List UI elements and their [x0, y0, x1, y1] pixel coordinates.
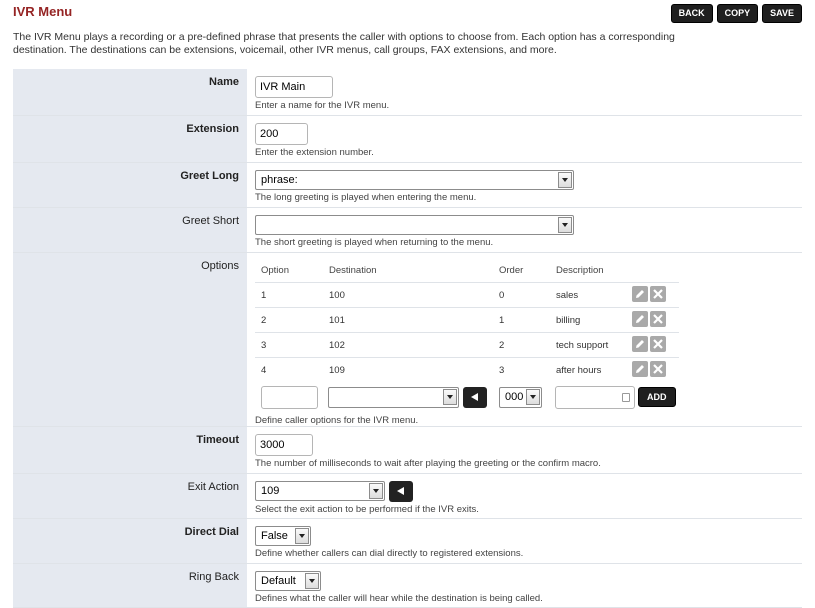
- ring-back-hint: Defines what the caller will hear while …: [255, 593, 543, 604]
- table-row: 4 109 3 after hours: [255, 357, 679, 382]
- description-cell: tech support: [550, 332, 632, 358]
- row-extension: Extension Enter the extension number.: [13, 116, 802, 163]
- description-cell: sales: [550, 282, 632, 308]
- ring-back-label: Ring Back: [13, 564, 247, 607]
- option-cell: 2: [255, 307, 323, 333]
- x-icon[interactable]: [650, 286, 666, 302]
- pencil-icon[interactable]: [632, 286, 648, 302]
- save-button[interactable]: SAVE: [762, 4, 802, 23]
- row-name: Name Enter a name for the IVR menu.: [13, 69, 802, 116]
- chevron-down-icon: [443, 389, 457, 405]
- extension-hint: Enter the extension number.: [255, 147, 374, 158]
- greet-long-select[interactable]: phrase:: [255, 170, 574, 190]
- table-row: 1 100 0 sales: [255, 282, 679, 308]
- description-cell: after hours: [550, 357, 632, 382]
- x-icon[interactable]: [650, 361, 666, 377]
- option-cell: 4: [255, 357, 323, 382]
- options-hint: Define caller options for the IVR menu.: [255, 415, 419, 426]
- top-buttons: BACK COPY SAVE: [670, 4, 802, 23]
- back-arrow-icon[interactable]: [463, 387, 487, 408]
- x-icon[interactable]: [650, 311, 666, 327]
- chevron-down-icon: [558, 217, 572, 233]
- row-greet-short: Greet Short The short greeting is played…: [13, 208, 802, 253]
- timeout-label: Timeout: [13, 427, 247, 473]
- direct-dial-hint: Define whether callers can dial directly…: [255, 548, 524, 559]
- order-cell: 1: [493, 307, 550, 333]
- greet-short-hint: The short greeting is played when return…: [255, 237, 494, 248]
- description-cell: billing: [550, 307, 632, 333]
- chevron-down-icon: [526, 389, 540, 405]
- table-row: 2 101 1 billing: [255, 307, 679, 333]
- exit-action-value: 109: [261, 485, 280, 497]
- direct-dial-select[interactable]: False: [255, 526, 311, 546]
- direct-dial-value: False: [261, 530, 288, 542]
- add-option-button[interactable]: ADD: [638, 387, 676, 407]
- row-timeout: Timeout The number of milliseconds to wa…: [13, 427, 802, 474]
- page-title: IVR Menu: [13, 4, 73, 19]
- new-order-value: 000: [505, 391, 524, 403]
- greet-long-value: phrase:: [261, 174, 298, 186]
- name-hint: Enter a name for the IVR menu.: [255, 100, 390, 111]
- ring-back-select[interactable]: Default: [255, 571, 321, 591]
- greet-long-label: Greet Long: [13, 163, 247, 207]
- new-destination-select[interactable]: [328, 387, 459, 408]
- destination-cell: 102: [323, 332, 493, 358]
- timeout-hint: The number of milliseconds to wait after…: [255, 458, 601, 469]
- ring-back-value: Default: [261, 575, 296, 587]
- col-option: Option: [261, 264, 289, 276]
- row-options: Options Option Destination Order Descrip…: [13, 253, 802, 427]
- col-order: Order: [499, 264, 524, 276]
- chevron-down-icon: [369, 483, 383, 499]
- timeout-input[interactable]: [255, 434, 313, 456]
- greet-short-select[interactable]: [255, 215, 574, 235]
- col-description: Description: [556, 264, 604, 276]
- row-direct-dial: Direct Dial False Define whether callers…: [13, 519, 802, 564]
- pencil-icon[interactable]: [632, 311, 648, 327]
- chevron-down-icon: [305, 573, 319, 589]
- chevron-down-icon: [558, 172, 572, 188]
- destination-cell: 109: [323, 357, 493, 382]
- col-destination: Destination: [329, 264, 377, 276]
- order-cell: 3: [493, 357, 550, 382]
- option-cell: 3: [255, 332, 323, 358]
- back-arrow-icon[interactable]: [389, 481, 413, 502]
- extension-label: Extension: [13, 116, 247, 162]
- chevron-down-icon: [295, 528, 309, 544]
- order-cell: 2: [493, 332, 550, 358]
- options-table: Option Destination Order Description 1 1…: [255, 258, 679, 382]
- row-exit-action: Exit Action 109 Select the exit action t…: [13, 474, 802, 519]
- destination-cell: 100: [323, 282, 493, 308]
- ivr-form: Name Enter a name for the IVR menu. Exte…: [13, 69, 802, 608]
- greet-long-hint: The long greeting is played when enterin…: [255, 192, 477, 203]
- row-ring-back: Ring Back Default Defines what the calle…: [13, 564, 802, 608]
- name-label: Name: [13, 69, 247, 115]
- row-greet-long: Greet Long phrase: The long greeting is …: [13, 163, 802, 208]
- back-button[interactable]: BACK: [670, 4, 713, 23]
- extension-input[interactable]: [255, 123, 308, 145]
- pencil-icon[interactable]: [632, 361, 648, 377]
- new-description-input[interactable]: [555, 386, 635, 409]
- destination-cell: 101: [323, 307, 493, 333]
- exit-action-select[interactable]: 109: [255, 481, 385, 501]
- x-icon[interactable]: [650, 336, 666, 352]
- direct-dial-label: Direct Dial: [13, 519, 247, 563]
- order-cell: 0: [493, 282, 550, 308]
- options-label: Options: [13, 253, 247, 426]
- keyboard-icon: [622, 393, 630, 402]
- exit-action-hint: Select the exit action to be performed i…: [255, 504, 479, 515]
- pencil-icon[interactable]: [632, 336, 648, 352]
- name-input[interactable]: [255, 76, 333, 98]
- option-cell: 1: [255, 282, 323, 308]
- exit-action-label: Exit Action: [13, 474, 247, 518]
- greet-short-label: Greet Short: [13, 208, 247, 252]
- table-row: 3 102 2 tech support: [255, 332, 679, 358]
- new-option-input[interactable]: [261, 386, 318, 409]
- new-order-select[interactable]: 000: [499, 387, 542, 408]
- page-description: The IVR Menu plays a recording or a pre-…: [13, 31, 675, 56]
- copy-button[interactable]: COPY: [716, 4, 759, 23]
- add-option-row: 000 ADD: [255, 386, 802, 410]
